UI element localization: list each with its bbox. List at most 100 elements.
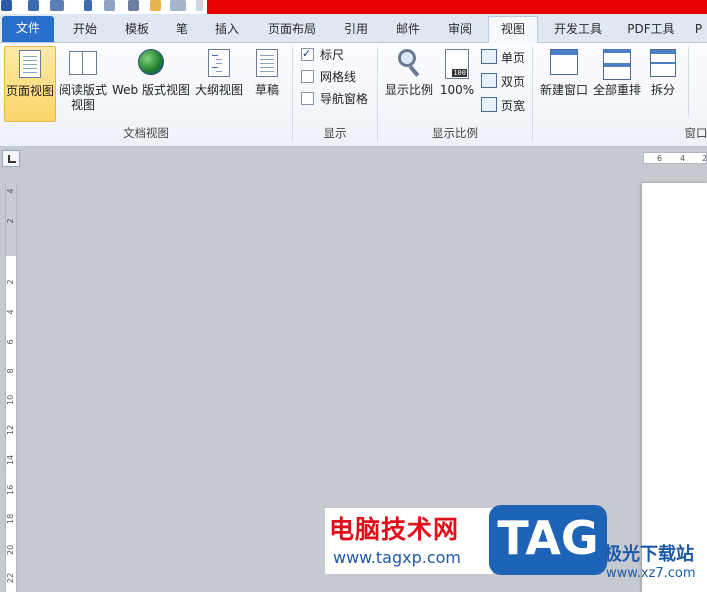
outline-view-button[interactable]: 大纲视图 bbox=[194, 46, 244, 122]
web-layout-button[interactable]: Web 版式视图 bbox=[110, 46, 192, 122]
tab-page-layout[interactable]: 页面布局 bbox=[258, 17, 326, 42]
tab-review[interactable]: 审阅 bbox=[438, 17, 482, 42]
tab-references[interactable]: 引用 bbox=[334, 17, 378, 42]
ruler-tick: 14 bbox=[6, 454, 15, 465]
arrange-all-icon bbox=[602, 49, 632, 80]
tab-home[interactable]: 开始 bbox=[62, 17, 108, 42]
group-divider bbox=[688, 47, 689, 117]
split-label: 拆分 bbox=[650, 83, 675, 97]
print-layout-label: 页面视图 bbox=[5, 84, 54, 98]
gridlines-label: 网格线 bbox=[320, 70, 357, 84]
reading-layout-label: 阅读版式 视图 bbox=[58, 83, 107, 112]
page-width-icon bbox=[481, 97, 497, 112]
split-icon bbox=[648, 49, 678, 79]
watermark-right-title: 极光下载站 bbox=[604, 544, 694, 565]
new-window-button[interactable]: 新建窗口 bbox=[536, 46, 592, 122]
undo-icon[interactable] bbox=[50, 0, 64, 11]
watermark-tag-logo: TAG bbox=[489, 505, 607, 575]
paste-icon[interactable] bbox=[150, 0, 161, 11]
reading-layout-icon bbox=[68, 49, 98, 79]
watermark-xz7: 极光下载站 www.xz7.com bbox=[600, 538, 707, 588]
title-bar bbox=[207, 0, 707, 14]
watermark-right-url: www.xz7.com bbox=[606, 566, 696, 581]
zoom-magnifier-icon bbox=[394, 49, 424, 79]
doc-views-group-label: 文档视图 bbox=[123, 126, 169, 140]
outline-view-icon bbox=[204, 49, 234, 79]
quick-access-toolbar bbox=[0, 0, 707, 14]
print-layout-icon bbox=[15, 50, 45, 80]
show-group-label: 显示 bbox=[323, 126, 347, 140]
gridlines-checkbox[interactable]: 网格线 bbox=[301, 68, 356, 86]
ruler-check-icon bbox=[301, 45, 314, 63]
one-page-label: 单页 bbox=[501, 51, 526, 65]
reading-layout-button[interactable]: 阅读版式 视图 bbox=[58, 46, 108, 122]
tab-view[interactable]: 视图 bbox=[488, 16, 538, 43]
one-page-button[interactable]: 单页 bbox=[481, 48, 525, 68]
window-group-label: 窗口 bbox=[684, 126, 707, 140]
watermark-tagxp: 电脑技术网 www.tagxp.com bbox=[325, 508, 493, 574]
ruler-tick: 10 bbox=[6, 394, 15, 405]
ruler-tick: 12 bbox=[6, 424, 15, 435]
watermark-title: 电脑技术网 bbox=[329, 515, 460, 544]
new-window-icon bbox=[549, 49, 579, 79]
two-pages-label: 双页 bbox=[501, 75, 526, 89]
arrange-all-button[interactable]: 全部重排 bbox=[590, 46, 644, 122]
draft-view-button[interactable]: 草稿 bbox=[248, 46, 286, 122]
ruler-tick: 4 bbox=[680, 154, 686, 163]
arrange-all-label: 全部重排 bbox=[592, 83, 641, 97]
ruler-tick: 6 bbox=[6, 339, 15, 345]
tab-selector-button[interactable] bbox=[2, 150, 20, 167]
tab-insert[interactable]: 插入 bbox=[204, 17, 250, 42]
print-layout-button[interactable]: 页面视图 bbox=[4, 46, 56, 122]
draft-view-icon bbox=[252, 49, 282, 79]
ruler-tick: 20 bbox=[6, 544, 15, 555]
zoom-group-label: 显示比例 bbox=[432, 126, 478, 140]
ruler-tick: 6 bbox=[657, 154, 663, 163]
tab-developer[interactable]: 开发工具 bbox=[544, 17, 612, 42]
ruler-tick: 2 bbox=[6, 279, 15, 285]
customize-qat-icon[interactable] bbox=[196, 0, 203, 11]
two-pages-button[interactable]: 双页 bbox=[481, 72, 525, 92]
ruler-tick: 8 bbox=[6, 368, 15, 374]
tab-pen[interactable]: 笔 bbox=[166, 17, 198, 42]
window-icon[interactable] bbox=[170, 0, 186, 11]
draft-view-label: 草稿 bbox=[254, 83, 279, 97]
ruler-checkbox[interactable]: 标尺 bbox=[301, 45, 345, 64]
ruler-label: 标尺 bbox=[320, 48, 345, 62]
two-pages-icon bbox=[481, 73, 497, 88]
ruler-tick: 16 bbox=[6, 484, 15, 495]
zoom-100-icon: 100 bbox=[442, 49, 472, 79]
split-button[interactable]: 拆分 bbox=[646, 46, 680, 122]
ribbon: 页面视图 阅读版式 视图 Web 版式视图 大纲视图 草稿 文档视图 标尺 网格… bbox=[0, 43, 707, 147]
navigation-pane-checkbox[interactable]: 导航窗格 bbox=[301, 90, 368, 108]
vertical-ruler[interactable]: 4 2 2 4 6 8 10 12 14 16 18 20 22 bbox=[5, 183, 17, 592]
ruler-tick: 22 bbox=[6, 572, 15, 583]
tab-file[interactable]: 文件 bbox=[2, 16, 54, 42]
page-width-button[interactable]: 页宽 bbox=[481, 96, 525, 116]
navigation-pane-check-icon bbox=[301, 92, 314, 105]
tab-p[interactable]: P bbox=[690, 17, 707, 42]
tab-mailings[interactable]: 邮件 bbox=[386, 17, 430, 42]
ruler-tick: 18 bbox=[6, 513, 15, 524]
print-preview-icon[interactable] bbox=[104, 0, 115, 11]
page-width-label: 页宽 bbox=[501, 99, 526, 113]
format-icon[interactable] bbox=[128, 0, 139, 11]
ruler-tick: 2 bbox=[702, 154, 707, 163]
group-divider bbox=[532, 47, 533, 141]
ruler-tick: 4 bbox=[6, 188, 15, 194]
ribbon-tabs: 文件 开始 模板 笔 插入 页面布局 引用 邮件 审阅 视图 开发工具 PDF工… bbox=[0, 14, 707, 43]
word-app-icon bbox=[1, 0, 12, 11]
document-page[interactable] bbox=[642, 183, 707, 592]
tab-pdf-tools[interactable]: PDF工具 bbox=[620, 17, 682, 42]
tab-template[interactable]: 模板 bbox=[114, 17, 160, 42]
web-layout-icon bbox=[136, 49, 166, 79]
outline-view-label: 大纲视图 bbox=[194, 83, 243, 97]
save-icon[interactable] bbox=[28, 0, 39, 11]
zoom-button[interactable]: 显示比例 bbox=[382, 46, 436, 122]
zoom-100-button[interactable]: 100 100% bbox=[438, 46, 476, 122]
one-page-icon bbox=[481, 49, 497, 64]
redo-icon[interactable] bbox=[84, 0, 92, 11]
horizontal-ruler[interactable]: 6 4 2 bbox=[643, 152, 707, 164]
new-window-label: 新建窗口 bbox=[539, 83, 588, 97]
ruler-tick: 4 bbox=[6, 309, 15, 315]
